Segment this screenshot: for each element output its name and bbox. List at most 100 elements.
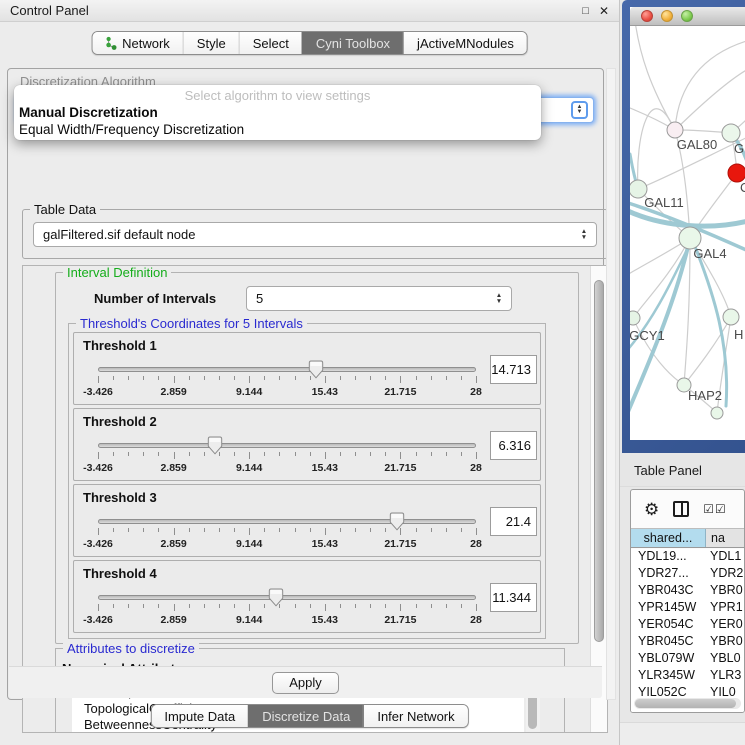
slider-thumb[interactable] [308,360,324,379]
slider-tick [476,528,477,535]
threshold-box-3: Threshold 3 -3.4262.8599.14415.4321.71528… [73,484,541,557]
threshold-box-2: Threshold 2 -3.4262.8599.14415.4321.71528… [73,408,541,481]
close-icon[interactable]: ✕ [599,4,609,18]
table-row[interactable]: YDR27...YDR2 [631,566,744,583]
number-of-intervals-combobox[interactable]: 5 ▲ ▼ [246,286,512,311]
table-row[interactable]: YDL19...YDL1 [631,549,744,566]
zoom-traffic-light-icon[interactable] [681,10,693,22]
table-row[interactable]: YLR345WYLR3 [631,668,744,685]
tab-discretize-data[interactable]: Discretize Data [248,705,363,727]
tab-cyni-toolbox[interactable]: Cyni Toolbox [302,32,403,54]
column-header-name[interactable]: na [706,529,744,547]
panel-scrollbar-track[interactable] [606,68,616,700]
tab-infer-network[interactable]: Infer Network [363,705,467,727]
algorithm-option-equal-width-frequency-discretization[interactable]: Equal Width/Frequency Discretization [19,122,244,137]
apply-band: Apply [9,666,602,698]
slider-tick [446,376,447,380]
threshold-label: Threshold 4 [83,566,157,581]
slider-tick [416,604,417,608]
tab-style[interactable]: Style [183,32,239,54]
slider-tick [264,376,265,380]
gear-icon[interactable]: ⚙ [644,501,659,518]
network-edge[interactable] [675,40,745,130]
combobox-stepper-icon[interactable]: ▲ ▼ [577,229,591,240]
slider-tick [385,452,386,456]
threshold-value-field[interactable]: 6.316 [490,431,537,460]
scrollbar-thumb[interactable] [594,280,604,642]
select-columns-checkboxes-icon[interactable]: ☑☑ [703,502,727,516]
table-horizontal-scrollbar[interactable] [634,698,741,709]
tab-jactivemnodules[interactable]: jActiveMNodules [403,32,527,54]
slider-tick [310,528,311,532]
float-window-icon[interactable]: □ [582,5,589,17]
slider-tick [219,528,220,532]
threshold-value-field[interactable]: 21.4 [490,507,537,536]
tab-select[interactable]: Select [239,32,302,54]
threshold-label: Threshold 1 [83,338,157,353]
column-header-shared-name[interactable]: shared... [631,529,706,547]
cell-shared-name: YBR043C [631,583,706,600]
slider-thumb-icon [268,588,284,607]
table-row[interactable]: YBR045CYBR0 [631,634,744,651]
network-window-titlebar[interactable] [630,7,745,26]
threshold-slider-3[interactable]: -3.4262.8599.14415.4321.71528 [94,511,494,557]
threshold-value-field[interactable]: 11.344 [490,583,537,612]
slider-tick [431,528,432,532]
tab-impute-data[interactable]: Impute Data [151,705,248,727]
table-body: YDL19...YDL1YDR27...YDR2YBR043CYBR0YPR14… [631,549,744,712]
slider-tick [234,604,235,608]
network-node[interactable] [630,311,640,325]
table-row[interactable]: YBL079WYBL0 [631,651,744,668]
combobox-stepper-icon[interactable]: ▲ ▼ [571,101,588,119]
slider-tick [461,528,462,532]
settings-vertical-scrollbar[interactable] [590,266,607,732]
scrollbar-thumb[interactable] [635,699,736,708]
tab-label: Infer Network [377,709,454,724]
slider-tick-label: 15.43 [312,538,338,550]
threshold-slider-2[interactable]: -3.4262.8599.14415.4321.71528 [94,435,494,481]
threshold-slider-4[interactable]: -3.4262.8599.14415.4321.71528 [94,587,494,633]
slider-tick [370,604,371,608]
slider-thumb[interactable] [389,512,405,531]
network-canvas[interactable]: GAL80GCGAL11GAL4GCY1HHAP2 [630,26,745,440]
slider-track[interactable] [98,519,476,524]
threshold-slider-1[interactable]: -3.4262.8599.14415.4321.71528 [94,359,494,405]
slider-track[interactable] [98,367,476,372]
threshold-label: Threshold 3 [83,490,157,505]
slider-thumb[interactable] [207,436,223,455]
slider-tick [279,452,280,456]
threshold-value-field[interactable]: 14.713 [490,355,537,384]
slider-thumb[interactable] [268,588,284,607]
combobox-stepper-icon[interactable]: ▲ ▼ [492,293,506,304]
tab-label: jActiveMNodules [417,36,514,51]
apply-button[interactable]: Apply [272,672,339,694]
table-row[interactable]: YPR145WYPR1 [631,600,744,617]
slider-thumb-icon [207,436,223,455]
table-row[interactable]: YBR043CYBR0 [631,583,744,600]
table-data-combobox[interactable]: galFiltered.sif default node ▲ ▼ [33,222,597,247]
number-of-intervals-value: 5 [247,291,492,306]
threshold-label: Threshold 2 [83,414,157,429]
split-columns-icon[interactable] [673,501,689,517]
slider-tick [113,376,114,380]
node-label: GAL80 [677,137,717,152]
minimize-traffic-light-icon[interactable] [661,10,673,22]
network-edge[interactable] [675,68,745,130]
close-traffic-light-icon[interactable] [641,10,653,22]
slider-track[interactable] [98,595,476,600]
network-node[interactable] [723,309,739,325]
slider-tick [219,604,220,608]
tab-network[interactable]: Network [92,32,183,54]
network-node[interactable] [711,407,723,419]
table-row[interactable]: YER054CYER0 [631,617,744,634]
slider-tick-label: 21.715 [384,462,416,474]
slider-tick [189,452,190,456]
network-node[interactable] [722,124,740,142]
slider-tick [174,604,175,611]
network-node[interactable] [667,122,683,138]
network-edge[interactable] [635,26,675,130]
algorithm-option-manual-discretization[interactable]: Manual Discretization [19,105,158,120]
node-label: C [740,180,745,195]
slider-track[interactable] [98,443,476,448]
tab-label: Network [122,36,170,51]
